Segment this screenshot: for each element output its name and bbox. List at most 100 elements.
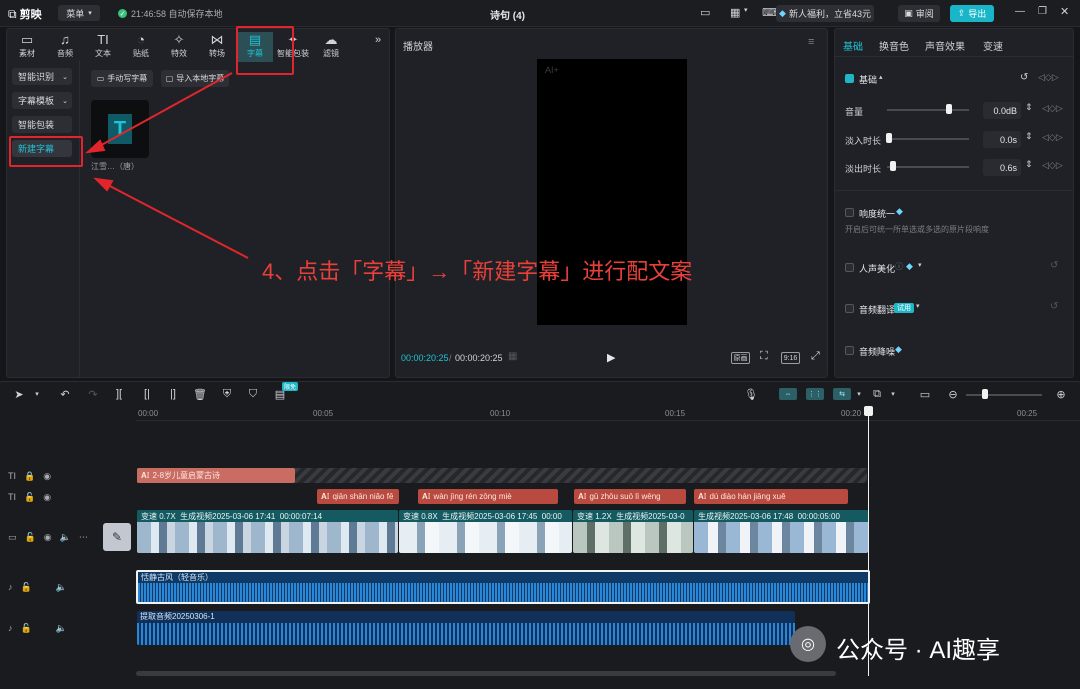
- shield-icon[interactable]: ⛨: [220, 387, 234, 401]
- video-clip-duration: 00:00:05:00: [797, 511, 840, 521]
- arrow-line: [105, 183, 249, 259]
- speaker-icon[interactable]: 🔈: [56, 582, 67, 593]
- video-clip-name: 生成视频2025-03-06 17:41: [180, 511, 276, 521]
- music-track-header: ♪ 🔓 🔈: [0, 577, 100, 597]
- extract-audio-clip[interactable]: 提取音频20250306-1: [137, 611, 795, 645]
- speaker-icon[interactable]: 🔈: [56, 623, 67, 634]
- subtitle-track-header: TI 🔓 ◉: [0, 487, 100, 507]
- subtitle-clip[interactable]: A⁞ qiān shān niǎo fē: [317, 489, 399, 504]
- timeline-scrollbar[interactable]: [136, 671, 836, 676]
- mark-icon[interactable]: ⛉: [246, 387, 260, 401]
- text-track-icon: TI: [8, 492, 16, 502]
- video-clip-speed: 变速 0.8X: [403, 511, 438, 521]
- redo-icon[interactable]: ↷: [86, 387, 100, 401]
- subtitle-clip-label: qiān shān niǎo fē: [332, 492, 394, 501]
- video-clip[interactable]: 变速 0.7X 生成视频2025-03-06 17:41 00:00:07:14: [137, 510, 398, 553]
- text-clip-label: 2-8岁儿童启蒙古诗: [152, 471, 221, 480]
- video-thumbnails: [399, 522, 572, 553]
- video-clip-name: 生成视频2025-03-06 17:48: [698, 511, 794, 521]
- subtitle-clip[interactable]: A⁞ dú diào hán jiāng xuě: [694, 489, 848, 504]
- time-ruler: [136, 405, 1080, 421]
- playhead-handle[interactable]: [864, 406, 873, 416]
- text-clip-icon: A⁞: [321, 492, 330, 501]
- lock-icon[interactable]: 🔓: [24, 492, 35, 503]
- video-clip-speed: 变速 1.2X: [577, 511, 612, 521]
- eye-icon[interactable]: ◉: [43, 492, 51, 503]
- text-clip-icon: A⁞: [141, 471, 150, 480]
- eye-icon[interactable]: ◉: [43, 471, 51, 482]
- chevron-down-icon[interactable]: ▾: [30, 387, 44, 401]
- arrow-head: [85, 139, 106, 154]
- zoom-slider[interactable]: [966, 394, 1042, 396]
- video-thumbnails: [573, 522, 693, 553]
- video-clip[interactable]: 变速 0.8X 生成视频2025-03-06 17:45 00:00: [399, 510, 572, 553]
- watermark-text: 公众号 · AI趣享: [836, 637, 1001, 664]
- extract-track-header: ♪ 🔓 🔈: [0, 618, 100, 638]
- video-clip-duration: 00:00: [541, 511, 562, 521]
- video-thumbnails: [694, 522, 868, 553]
- text-clip[interactable]: A⁞ 2-8岁儿童启蒙古诗: [137, 468, 295, 483]
- split-left-icon[interactable]: [|: [140, 387, 154, 401]
- video-thumbnails: [137, 522, 398, 553]
- snap-icon[interactable]: ⋮⋮: [806, 388, 824, 400]
- screen-fit-icon[interactable]: ▭: [918, 387, 932, 401]
- audio-track-icon: ♪: [8, 623, 13, 633]
- music-waveform: [138, 583, 868, 602]
- select-cursor-icon[interactable]: ➤: [12, 387, 26, 401]
- arrow-head: [93, 177, 114, 192]
- undo-icon[interactable]: ↶: [58, 387, 72, 401]
- speaker-icon[interactable]: 🔈: [60, 532, 71, 543]
- cover-edit-icon[interactable]: ✎: [103, 523, 131, 551]
- preview-axis-icon[interactable]: ⧉: [870, 387, 884, 401]
- chevron-down-icon[interactable]: ▾: [886, 387, 900, 401]
- subtitle-clip[interactable]: A⁞ wàn jìng rén zōng miè: [418, 489, 558, 504]
- subtitle-clip-label: dú diào hán jiāng xuě: [709, 492, 786, 501]
- split-icon[interactable]: ][: [112, 387, 126, 401]
- annotation-text: 4、点击「字幕」→「新建字幕」进行配文案: [262, 259, 693, 284]
- more-icon[interactable]: ⋯: [79, 532, 88, 543]
- split-right-icon[interactable]: |]: [166, 387, 180, 401]
- ruler-label: 00:20: [841, 409, 862, 418]
- lock-icon[interactable]: 🔓: [21, 623, 32, 634]
- lock-icon[interactable]: 🔓: [25, 532, 36, 543]
- video-clip[interactable]: 生成视频2025-03-06 17:48 00:00:05:00: [694, 510, 868, 553]
- text-clip-icon: A⁞: [422, 492, 431, 501]
- microphone-icon[interactable]: 🎙: [744, 387, 758, 401]
- ruler-label: 00:25: [1017, 409, 1038, 418]
- lock-icon[interactable]: 🔒: [24, 471, 35, 482]
- eye-icon[interactable]: ◉: [44, 532, 52, 543]
- subtitle-clip[interactable]: A⁞ gū zhōu suō lì wēng: [574, 489, 686, 504]
- text-track-icon: TI: [8, 471, 16, 481]
- video-clip-duration: 00:00:07:14: [279, 511, 323, 521]
- zoom-slider-knob[interactable]: [982, 389, 988, 399]
- zoom-in-icon[interactable]: ⊕: [1054, 387, 1068, 401]
- text-track-header: TI 🔒 ◉: [0, 466, 100, 486]
- video-clip-header: 生成视频2025-03-06 17:48 00:00:05:00: [694, 510, 868, 522]
- zoom-out-icon[interactable]: ⊖: [946, 387, 960, 401]
- subtitle-clip-label: wàn jìng rén zōng miè: [433, 492, 512, 501]
- chevron-down-icon[interactable]: ▾: [852, 387, 866, 401]
- delete-icon[interactable]: 🗑: [193, 387, 207, 401]
- text-clip-icon: A⁞: [698, 492, 707, 501]
- audio-track-icon: ♪: [8, 582, 13, 592]
- subtitle-clip-label: gū zhōu suō lì wēng: [589, 492, 661, 501]
- video-clip-name: 生成视频2025-03-06 17:45: [442, 511, 538, 521]
- wechat-icon: ◎: [790, 626, 826, 662]
- text-clip-icon: A⁞: [578, 492, 587, 501]
- video-clip-header: 变速 0.8X 生成视频2025-03-06 17:45 00:00: [399, 510, 572, 522]
- video-clip-speed: 变速 0.7X: [141, 511, 176, 521]
- lock-icon[interactable]: 🔓: [21, 582, 32, 593]
- ruler-label: 00:00: [138, 409, 159, 418]
- link-main-icon[interactable]: ⇔: [779, 388, 797, 400]
- video-track-header: ▭ 🔓 ◉ 🔈 ⋯: [0, 527, 100, 547]
- video-clip-name: 生成视频2025-03-0: [616, 511, 685, 521]
- music-clip-label: 恬静古风（轻音乐）: [141, 573, 213, 582]
- music-clip[interactable]: 恬静古风（轻音乐）: [136, 570, 870, 604]
- video-track-icon: ▭: [8, 531, 17, 542]
- extract-clip-label: 提取音频20250306-1: [140, 612, 215, 621]
- link-audio-icon[interactable]: ⇆: [833, 388, 851, 400]
- extract-waveform: [137, 623, 795, 645]
- ruler-label: 00:15: [665, 409, 686, 418]
- ruler-label: 00:05: [313, 409, 334, 418]
- video-clip[interactable]: 变速 1.2X 生成视频2025-03-0: [573, 510, 693, 553]
